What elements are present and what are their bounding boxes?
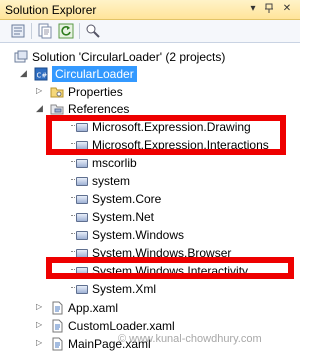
window-title: Solution Explorer [5, 3, 97, 17]
assembly-reference-icon [76, 195, 88, 204]
reference-label: system [92, 174, 131, 188]
xaml-file-icon [50, 301, 64, 315]
pin-icon[interactable] [262, 2, 276, 16]
svg-text:C#: C# [37, 72, 48, 80]
tree-item-reference[interactable]: system [0, 172, 300, 190]
tree-item-reference[interactable]: System.Core [0, 190, 300, 208]
tree-item-reference[interactable]: System.Windows [0, 226, 300, 244]
assembly-reference-icon [76, 231, 88, 240]
expand-icon[interactable]: ▷ [36, 320, 46, 330]
properties-icon[interactable] [10, 23, 26, 39]
references-folder-icon [50, 102, 64, 116]
solution-icon [14, 50, 28, 64]
tree-item-solution[interactable]: Solution 'CircularLoader' (2 projects) [0, 48, 300, 66]
assembly-reference-icon [76, 213, 88, 222]
toolbar-separator [79, 23, 80, 39]
close-icon[interactable]: ✕ [280, 2, 294, 16]
solution-tree: Solution 'CircularLoader' (2 projects) ◢… [0, 43, 300, 352]
reference-label: System.Xml [92, 282, 157, 296]
file-label: CustomLoader.xaml [68, 319, 175, 333]
show-all-files-icon[interactable] [37, 23, 53, 39]
watermark: © www.kunal-chowdhury.com [118, 333, 262, 345]
folder-icon [50, 85, 64, 99]
highlight-box-expression-references [46, 115, 286, 155]
reference-label: System.Core [92, 192, 162, 206]
reference-label: mscorlib [92, 156, 137, 170]
title-bar: Solution Explorer ▾ ✕ [0, 0, 300, 20]
tree-item-reference[interactable]: System.Xml [0, 280, 300, 298]
expand-icon[interactable]: ▷ [36, 338, 46, 348]
assembly-reference-icon [76, 159, 88, 168]
project-label: CircularLoader [52, 66, 137, 82]
reference-label: System.Net [92, 210, 155, 224]
reference-label: System.Windows [92, 228, 185, 242]
toolbar [0, 20, 300, 43]
expand-icon[interactable]: ▷ [36, 302, 46, 312]
collapse-icon[interactable]: ◢ [36, 103, 46, 113]
csharp-project-icon: C# [34, 67, 48, 81]
assembly-reference-icon [76, 285, 88, 294]
xaml-file-icon [50, 319, 64, 333]
properties-label: Properties [68, 85, 123, 99]
refresh-icon[interactable] [58, 23, 74, 39]
references-label: References [68, 102, 130, 116]
file-label: App.xaml [68, 301, 119, 315]
collapse-icon[interactable]: ◢ [20, 68, 30, 78]
xaml-file-icon [50, 337, 64, 351]
tree-item-project[interactable]: ◢ C# CircularLoader [0, 65, 300, 83]
view-class-diagram-icon[interactable] [85, 23, 101, 39]
highlight-box-interactivity-reference [46, 257, 294, 279]
solution-label: Solution 'CircularLoader' (2 projects) [32, 50, 226, 64]
assembly-reference-icon [76, 177, 88, 186]
tree-item-properties[interactable]: ▷ Properties [0, 83, 300, 101]
tree-item-reference[interactable]: System.Net [0, 208, 300, 226]
toolbar-separator [31, 23, 32, 39]
expand-icon[interactable]: ▷ [36, 86, 46, 96]
dropdown-icon[interactable]: ▾ [246, 2, 260, 16]
tree-item-reference[interactable]: mscorlib [0, 154, 300, 172]
tree-item-file[interactable]: ▷ App.xaml [0, 299, 300, 317]
